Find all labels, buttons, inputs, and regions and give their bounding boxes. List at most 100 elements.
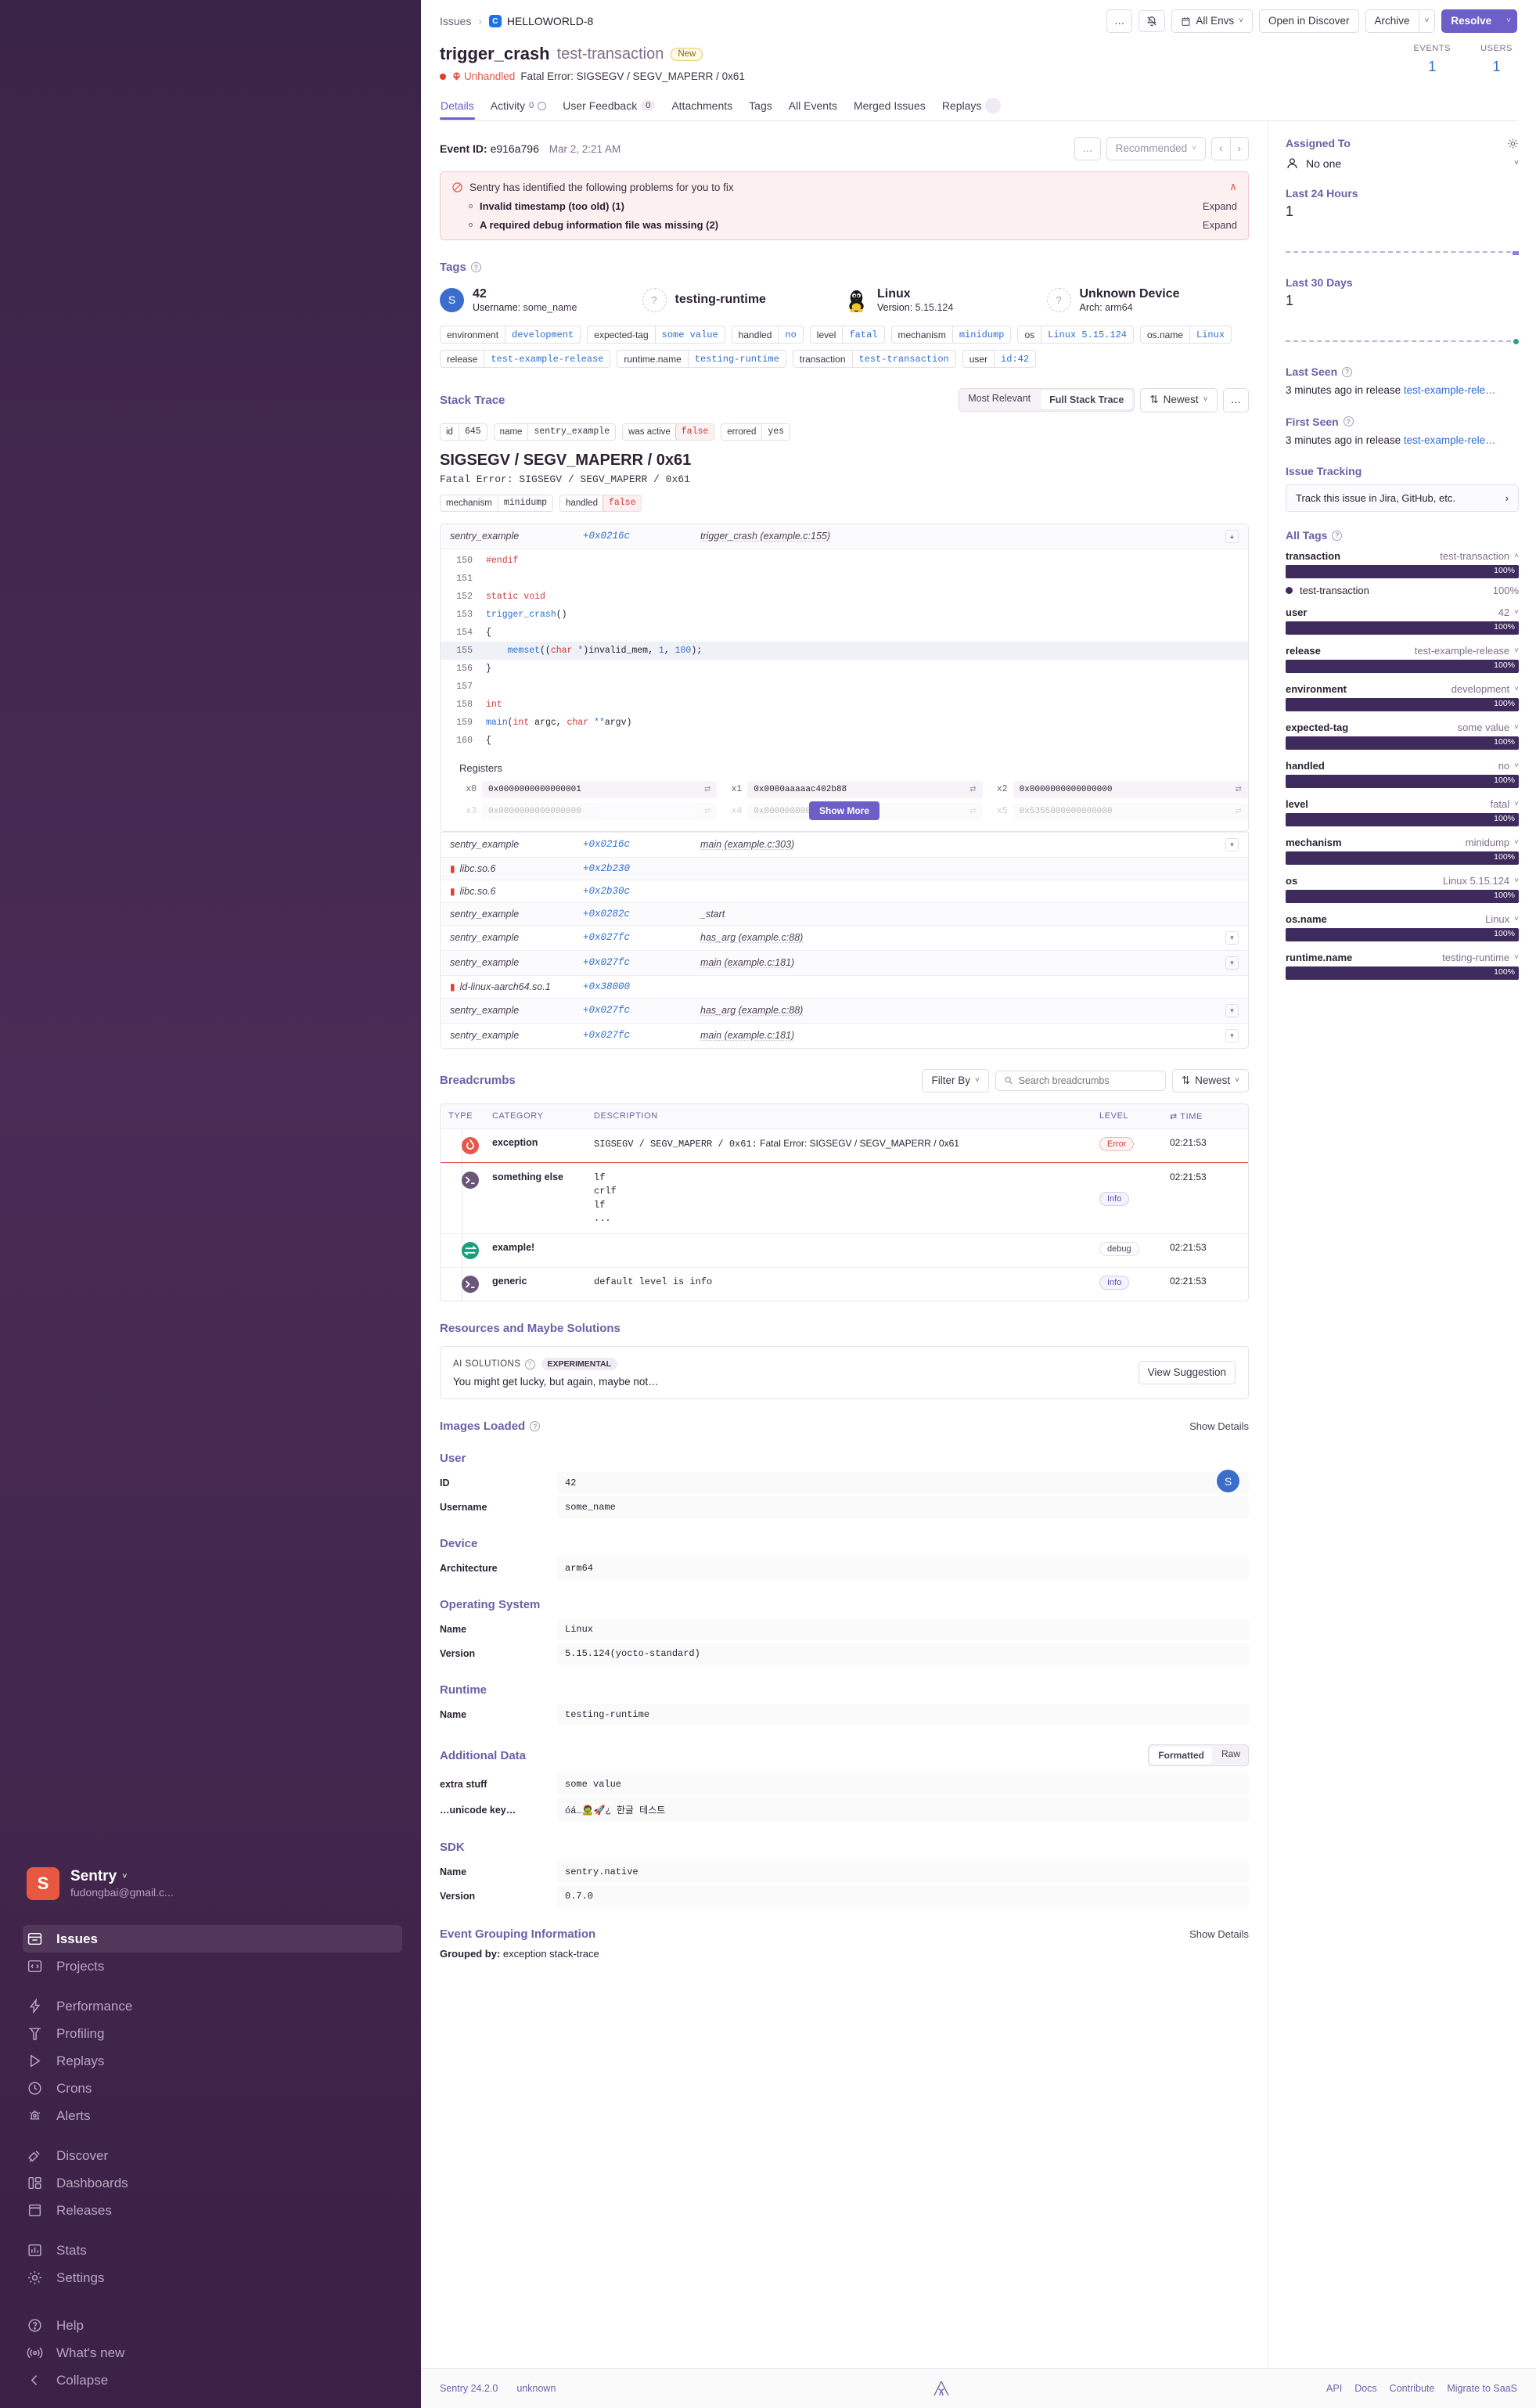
tab-tags[interactable]: Tags [748,95,773,119]
tag-top-value[interactable]: some value ˅ [1458,722,1519,733]
tag-top-value[interactable]: Linux 5.15.124 ˅ [1443,875,1519,887]
sidebar-item-alerts[interactable]: Alerts [0,2102,421,2129]
frame-collapse-icon[interactable]: ▲ [1225,529,1239,543]
tag-top-value[interactable]: Linux ˅ [1485,913,1519,925]
stat-value[interactable]: 1 [1480,59,1513,75]
bell-off-icon[interactable] [1139,10,1166,33]
help-icon[interactable]: ? [524,1359,535,1370]
sidebar-item-settings[interactable]: Settings [0,2264,421,2291]
tab-details[interactable]: Details [440,95,475,121]
most-relevant-option[interactable]: Most Relevant [959,389,1039,411]
tag-pill[interactable]: level fatal [809,326,885,344]
tab-replays[interactable]: Replays [941,94,1002,121]
archive-button[interactable]: Archive [1365,9,1419,34]
sidebar-item-issues[interactable]: Issues [23,1925,402,1953]
view-suggestion-button[interactable]: View Suggestion [1138,1361,1236,1385]
tag-pill[interactable]: environment development [440,326,581,344]
resolve-button[interactable]: Resolve [1441,9,1501,34]
tag-summary-item[interactable]: Linux Version: 5.15.124 [844,286,1047,313]
help-icon[interactable]: ? [1332,530,1343,541]
tab-user-feedback[interactable]: User Feedback 0 [562,95,656,119]
tag-pill[interactable]: runtime.name testing-runtime [617,350,786,369]
stack-frame-row[interactable]: ▮ libc.so.6 +0x2b30c [441,879,1248,902]
formatted-option[interactable]: Formatted [1150,1747,1212,1765]
frame-expand-icon[interactable]: ▼ [1225,1003,1239,1017]
tab-activity[interactable]: Activity 0 [490,95,547,119]
sidebar-item-what-s-new[interactable]: What's new [0,2339,421,2367]
raw-option[interactable]: Raw [1214,1745,1248,1766]
sidebar-item-releases[interactable]: Releases [0,2197,421,2224]
copy-icon[interactable]: ⇄ [1236,785,1242,794]
env-selector[interactable]: All Envs ˅ [1171,9,1253,34]
last-seen-release-link[interactable]: test-example-rele… [1404,384,1496,396]
breadcrumb-search[interactable] [995,1070,1166,1091]
copy-icon[interactable]: ⇄ [969,807,976,815]
prev-event-button[interactable]: ‹ [1211,137,1230,161]
tag-pill[interactable]: user id:42 [962,350,1037,369]
tag-summary-item[interactable]: S 42 Username: some_name [440,286,642,313]
chevron-down-icon[interactable]: ˅ [1514,915,1519,923]
tag-pill[interactable]: os.name Linux [1139,326,1232,344]
help-icon[interactable]: ? [530,1421,541,1432]
tag-pill[interactable]: handled no [731,326,804,344]
tag-top-value[interactable]: test-transaction ˄ [1440,550,1519,562]
stack-frame-row[interactable]: ▮ libc.so.6 +0x2b230 [441,856,1248,880]
copy-icon[interactable]: ⇄ [1236,807,1242,815]
footer-link-migrate-to-saas[interactable]: Migrate to SaaS [1447,2383,1517,2394]
sidebar-item-replays[interactable]: Replays [0,2047,421,2075]
tag-top-value[interactable]: fatal ˅ [1491,798,1519,810]
stacktrace-sort-button[interactable]: ⇅ Newest ˅ [1140,388,1218,412]
archive-dropdown-button[interactable]: ˅ [1418,9,1436,34]
sidebar-item-collapse[interactable]: Collapse [0,2367,421,2394]
active-frame-header[interactable]: sentry_example +0x0216c trigger_crash (e… [441,524,1248,549]
gear-icon[interactable] [1507,138,1519,149]
frame-expand-icon[interactable]: ▼ [1225,837,1239,851]
more-actions-button[interactable]: … [1106,9,1133,34]
tag-pill[interactable]: expected-tag some value [587,326,725,344]
breadcrumb-sort-button[interactable]: ⇅ Newest ˅ [1171,1068,1249,1092]
org-switcher[interactable]: S Sentry ˅ fudongbai@gmail.c... [0,1859,421,1913]
help-icon[interactable]: ? [470,262,481,273]
stack-frame-row[interactable]: ▮ ld-linux-aarch64.so.1 +0x38000 [441,974,1248,998]
chevron-up-icon[interactable]: ˄ [1514,552,1519,560]
breadcrumb-issues[interactable]: Issues [440,15,471,27]
sidebar-item-stats[interactable]: Stats [0,2237,421,2264]
stack-frame-row[interactable]: sentry_example +0x027fc has_arg (example.c… [441,924,1248,950]
frame-expand-icon[interactable]: ▼ [1225,956,1239,970]
tab-merged-issues[interactable]: Merged Issues [853,95,926,119]
sidebar-item-projects[interactable]: Projects [0,1953,421,1980]
grouping-show-details-link[interactable]: Show Details [1189,1928,1249,1940]
search-input[interactable] [1018,1074,1157,1086]
tag-top-value[interactable]: minidump ˅ [1466,837,1519,848]
help-icon[interactable]: ? [1343,416,1354,427]
tag-summary-item[interactable]: ? testing-runtime [642,286,845,313]
copy-icon[interactable]: ⇄ [969,785,976,794]
resolve-dropdown-button[interactable]: ˅ [1500,9,1517,34]
stat-value[interactable]: 1 [1413,59,1451,75]
footer-link-docs[interactable]: Docs [1354,2383,1376,2394]
stack-frame-row[interactable]: sentry_example +0x027fc has_arg (example.c… [441,997,1248,1023]
tag-top-value[interactable]: development ˅ [1451,683,1519,695]
stacktrace-more-button[interactable]: … [1222,388,1249,412]
issue-tracking-cta[interactable]: Track this issue in Jira, GitHub, etc. › [1286,484,1519,513]
sidebar-item-profiling[interactable]: Profiling [0,2020,421,2047]
full-stack-trace-option[interactable]: Full Stack Trace [1041,391,1133,410]
sidebar-item-discover[interactable]: Discover [0,2142,421,2169]
open-in-discover-button[interactable]: Open in Discover [1258,9,1359,34]
show-more-registers-button[interactable]: Show More [808,801,880,820]
tag-top-value[interactable]: no ˅ [1498,760,1519,772]
assignee-selector[interactable]: No one ˅ [1286,157,1519,170]
chevron-down-icon[interactable]: ˅ [1514,723,1519,732]
tag-pill[interactable]: os Linux 5.15.124 [1017,326,1134,344]
stack-frame-row[interactable]: sentry_example +0x027fc main (example.c:18… [441,949,1248,975]
stack-frame-row[interactable]: sentry_example +0x0216c main (example.c:30… [441,831,1248,857]
breadcrumb-filter-button[interactable]: Filter By ˅ [922,1068,989,1092]
sidebar-item-crons[interactable]: Crons [0,2075,421,2102]
copy-icon[interactable]: ⇄ [704,785,710,794]
tab-all-events[interactable]: All Events [788,95,838,119]
chevron-down-icon[interactable]: ˅ [1514,876,1519,885]
help-icon[interactable]: ? [1342,366,1353,377]
next-event-button[interactable]: › [1229,137,1249,161]
tag-pill[interactable]: mechanism minidump [890,326,1012,344]
chevron-down-icon[interactable]: ˅ [1514,838,1519,847]
